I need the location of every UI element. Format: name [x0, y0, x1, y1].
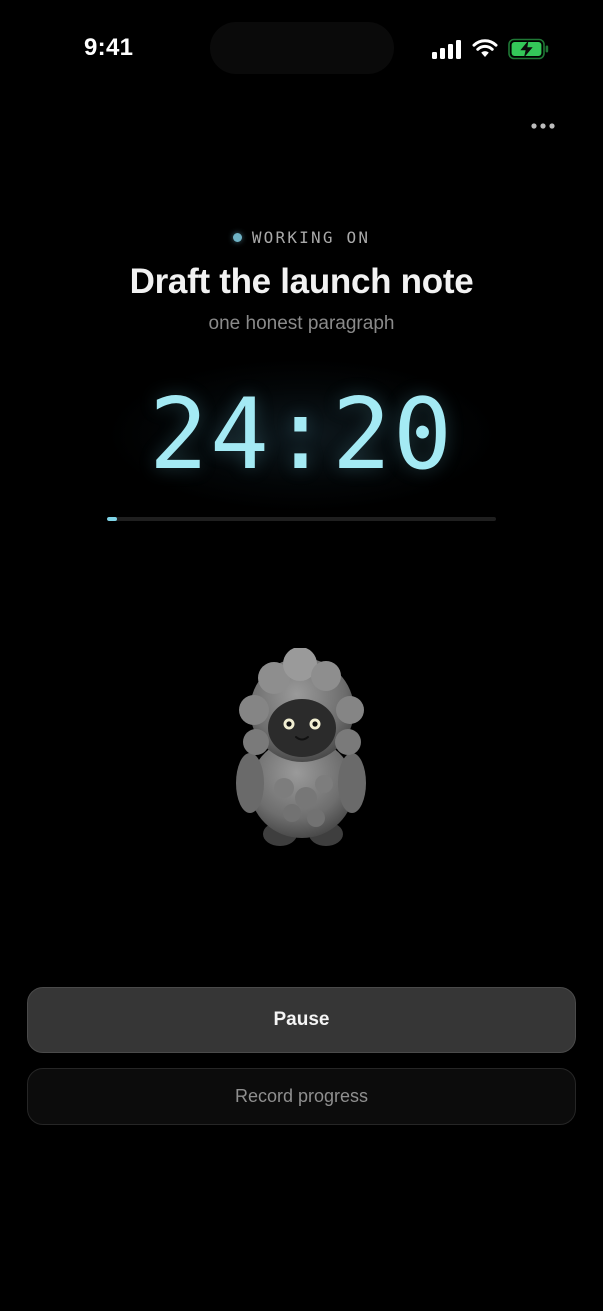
session-progress-bar	[107, 517, 496, 521]
task-subtitle: one honest paragraph	[208, 313, 395, 334]
session-progress-fill	[107, 517, 117, 521]
task-title: Draft the launch note	[129, 262, 474, 301]
countdown-timer: 24:20	[148, 378, 454, 492]
cellular-signal-icon	[432, 40, 461, 59]
working-on-label: WORKING ON	[0, 228, 603, 247]
status-dot	[232, 233, 242, 242]
record-progress-button[interactable]: Record progress	[27, 1068, 576, 1125]
battery-charging-icon	[508, 38, 549, 60]
ellipsis-icon	[531, 123, 555, 129]
status-bar: 9:41	[0, 0, 603, 100]
wifi-icon	[472, 39, 498, 57]
status-time: 9:41	[84, 34, 134, 61]
working-on-text: WORKING ON	[251, 228, 371, 247]
pause-button[interactable]: Pause	[27, 987, 576, 1053]
more-options-button[interactable]	[524, 112, 562, 140]
dynamic-island	[210, 22, 394, 74]
fluffy-creature-mascot	[236, 648, 366, 846]
